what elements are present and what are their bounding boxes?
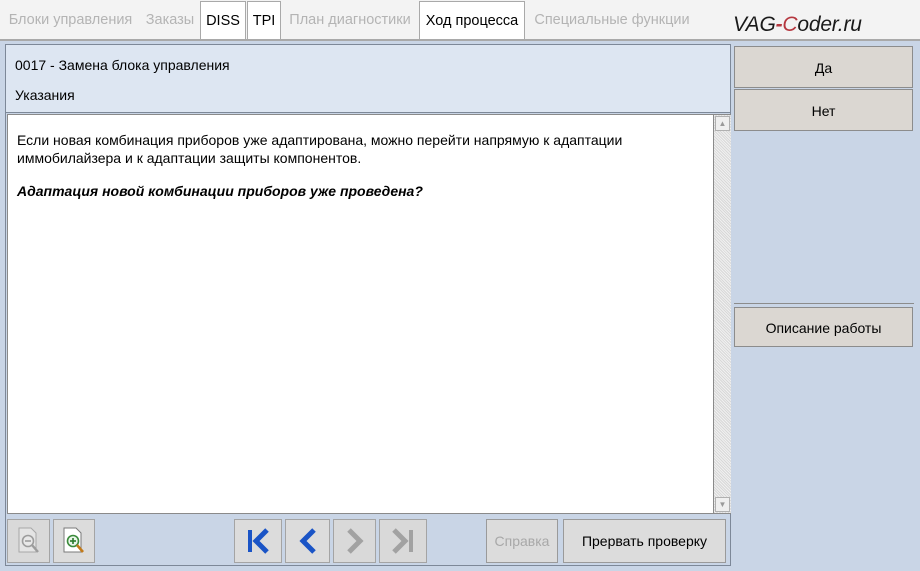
instructions-text-area: Если новая комбинация приборов уже адапт…: [7, 114, 714, 514]
tab-bar: Блоки управления Заказы DISS TPI План ди…: [0, 0, 920, 40]
abort-test-button[interactable]: Прервать проверку: [563, 519, 726, 563]
instruction-question: Адаптация новой комбинации приборов уже …: [17, 183, 423, 199]
zoom-out-button[interactable]: [7, 519, 50, 563]
tab-tpi[interactable]: TPI: [247, 1, 281, 40]
watermark-logo: VAG-Coder.ru: [733, 13, 862, 37]
zoom-in-button[interactable]: [53, 519, 95, 563]
previous-step-button[interactable]: [285, 519, 330, 563]
tab-control-units[interactable]: Блоки управления: [3, 2, 138, 39]
work-description-button[interactable]: Описание работы: [734, 307, 913, 347]
watermark-suffix: oder.ru: [797, 13, 862, 36]
tab-process[interactable]: Ход процесса: [419, 1, 525, 40]
step-subtitle: Указания: [15, 87, 75, 103]
instruction-paragraph: Если новая комбинация приборов уже адапт…: [17, 132, 623, 166]
watermark-prefix: VAG: [733, 13, 776, 36]
zoom-in-icon: [63, 527, 84, 553]
step-header: 0017 - Замена блока управления Указания: [6, 45, 730, 113]
scroll-up-icon[interactable]: ▲: [715, 116, 730, 131]
tab-orders[interactable]: Заказы: [141, 2, 199, 39]
step-title: 0017 - Замена блока управления: [15, 57, 230, 73]
chevron-right-icon: [346, 528, 364, 554]
skip-last-icon: [392, 528, 413, 554]
side-divider: [734, 303, 914, 304]
help-button[interactable]: Справка: [486, 519, 558, 563]
yes-button[interactable]: Да: [734, 46, 913, 88]
tab-diss[interactable]: DISS: [200, 1, 246, 40]
chevron-left-icon: [298, 528, 316, 554]
last-step-button[interactable]: [379, 519, 427, 563]
tab-diagnostic-plan[interactable]: План диагностики: [283, 2, 417, 39]
scroll-down-icon[interactable]: ▼: [715, 497, 730, 512]
no-button[interactable]: Нет: [734, 89, 913, 131]
first-step-button[interactable]: [234, 519, 282, 563]
watermark-c: C: [782, 13, 798, 36]
vertical-scrollbar[interactable]: ▲ ▼: [714, 114, 731, 514]
zoom-out-icon: [18, 527, 39, 553]
tab-special-functions[interactable]: Специальные функции: [527, 2, 697, 39]
skip-first-icon: [248, 528, 269, 554]
next-step-button[interactable]: [333, 519, 376, 563]
